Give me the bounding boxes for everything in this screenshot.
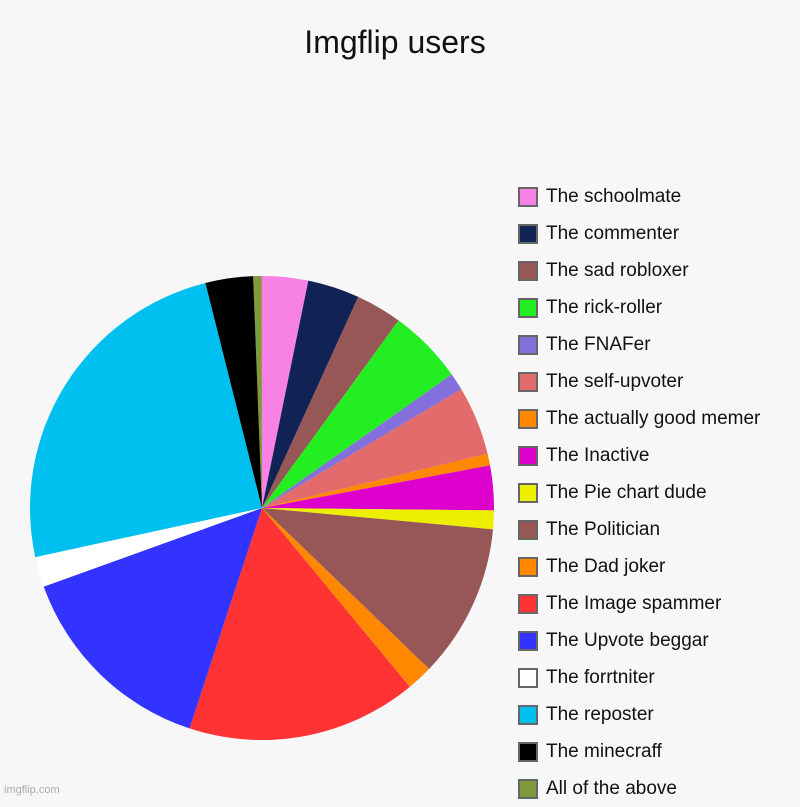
legend-item: The forrtniter xyxy=(518,659,760,696)
legend-label: All of the above xyxy=(546,777,677,799)
legend-swatch xyxy=(518,593,538,614)
legend-label: The Inactive xyxy=(546,444,650,466)
legend-item: The Politician xyxy=(518,511,760,548)
legend-item: The sad robloxer xyxy=(518,252,760,289)
legend-swatch xyxy=(518,556,538,577)
legend-label: The Politician xyxy=(546,518,661,540)
legend-label: The FNAFer xyxy=(546,333,651,355)
legend-label: The commenter xyxy=(546,222,680,244)
legend-swatch xyxy=(518,778,538,799)
legend-swatch xyxy=(518,371,538,392)
legend-swatch xyxy=(518,260,538,281)
watermark: imgflip.com xyxy=(4,784,60,796)
legend-label: The Upvote beggar xyxy=(546,629,709,651)
legend-item: The reposter xyxy=(518,696,760,733)
legend-label: The schoolmate xyxy=(546,185,682,207)
legend-label: The reposter xyxy=(546,703,654,725)
legend-label: The minecraff xyxy=(546,740,662,762)
legend-item: All of the above xyxy=(518,770,760,807)
legend-item: The rick-roller xyxy=(518,289,760,326)
legend-label: The self-upvoter xyxy=(546,370,684,392)
legend-item: The Pie chart dude xyxy=(518,474,760,511)
legend-swatch xyxy=(518,334,538,355)
legend-swatch xyxy=(518,445,538,466)
legend-label: The Image spammer xyxy=(546,592,722,614)
legend-swatch xyxy=(518,667,538,688)
legend: The schoolmate The commenter The sad roblo… xyxy=(518,178,760,807)
legend-swatch xyxy=(518,630,538,651)
legend-swatch xyxy=(518,741,538,762)
legend-swatch xyxy=(518,704,538,725)
legend-swatch xyxy=(518,482,538,503)
legend-item: The commenter xyxy=(518,215,760,252)
legend-label: The Dad joker xyxy=(546,555,666,577)
legend-swatch xyxy=(518,519,538,540)
legend-label: The rick-roller xyxy=(546,296,663,318)
legend-item: The Image spammer xyxy=(518,585,760,622)
legend-swatch xyxy=(518,223,538,244)
legend-item: The Upvote beggar xyxy=(518,622,760,659)
legend-item: The minecraff xyxy=(518,733,760,770)
legend-label: The forrtniter xyxy=(546,666,655,688)
pie-chart xyxy=(30,275,494,740)
legend-swatch xyxy=(518,408,538,429)
legend-item: The Inactive xyxy=(518,437,760,474)
legend-item: The self-upvoter xyxy=(518,363,760,400)
legend-item: The actually good memer xyxy=(518,400,760,437)
legend-swatch xyxy=(518,297,538,318)
legend-item: The schoolmate xyxy=(518,178,760,215)
legend-label: The sad robloxer xyxy=(546,259,689,281)
legend-item: The Dad joker xyxy=(518,548,760,585)
legend-label: The Pie chart dude xyxy=(546,481,707,503)
legend-item: The FNAFer xyxy=(518,326,760,363)
legend-label: The actually good memer xyxy=(546,407,761,429)
legend-swatch xyxy=(518,186,538,207)
